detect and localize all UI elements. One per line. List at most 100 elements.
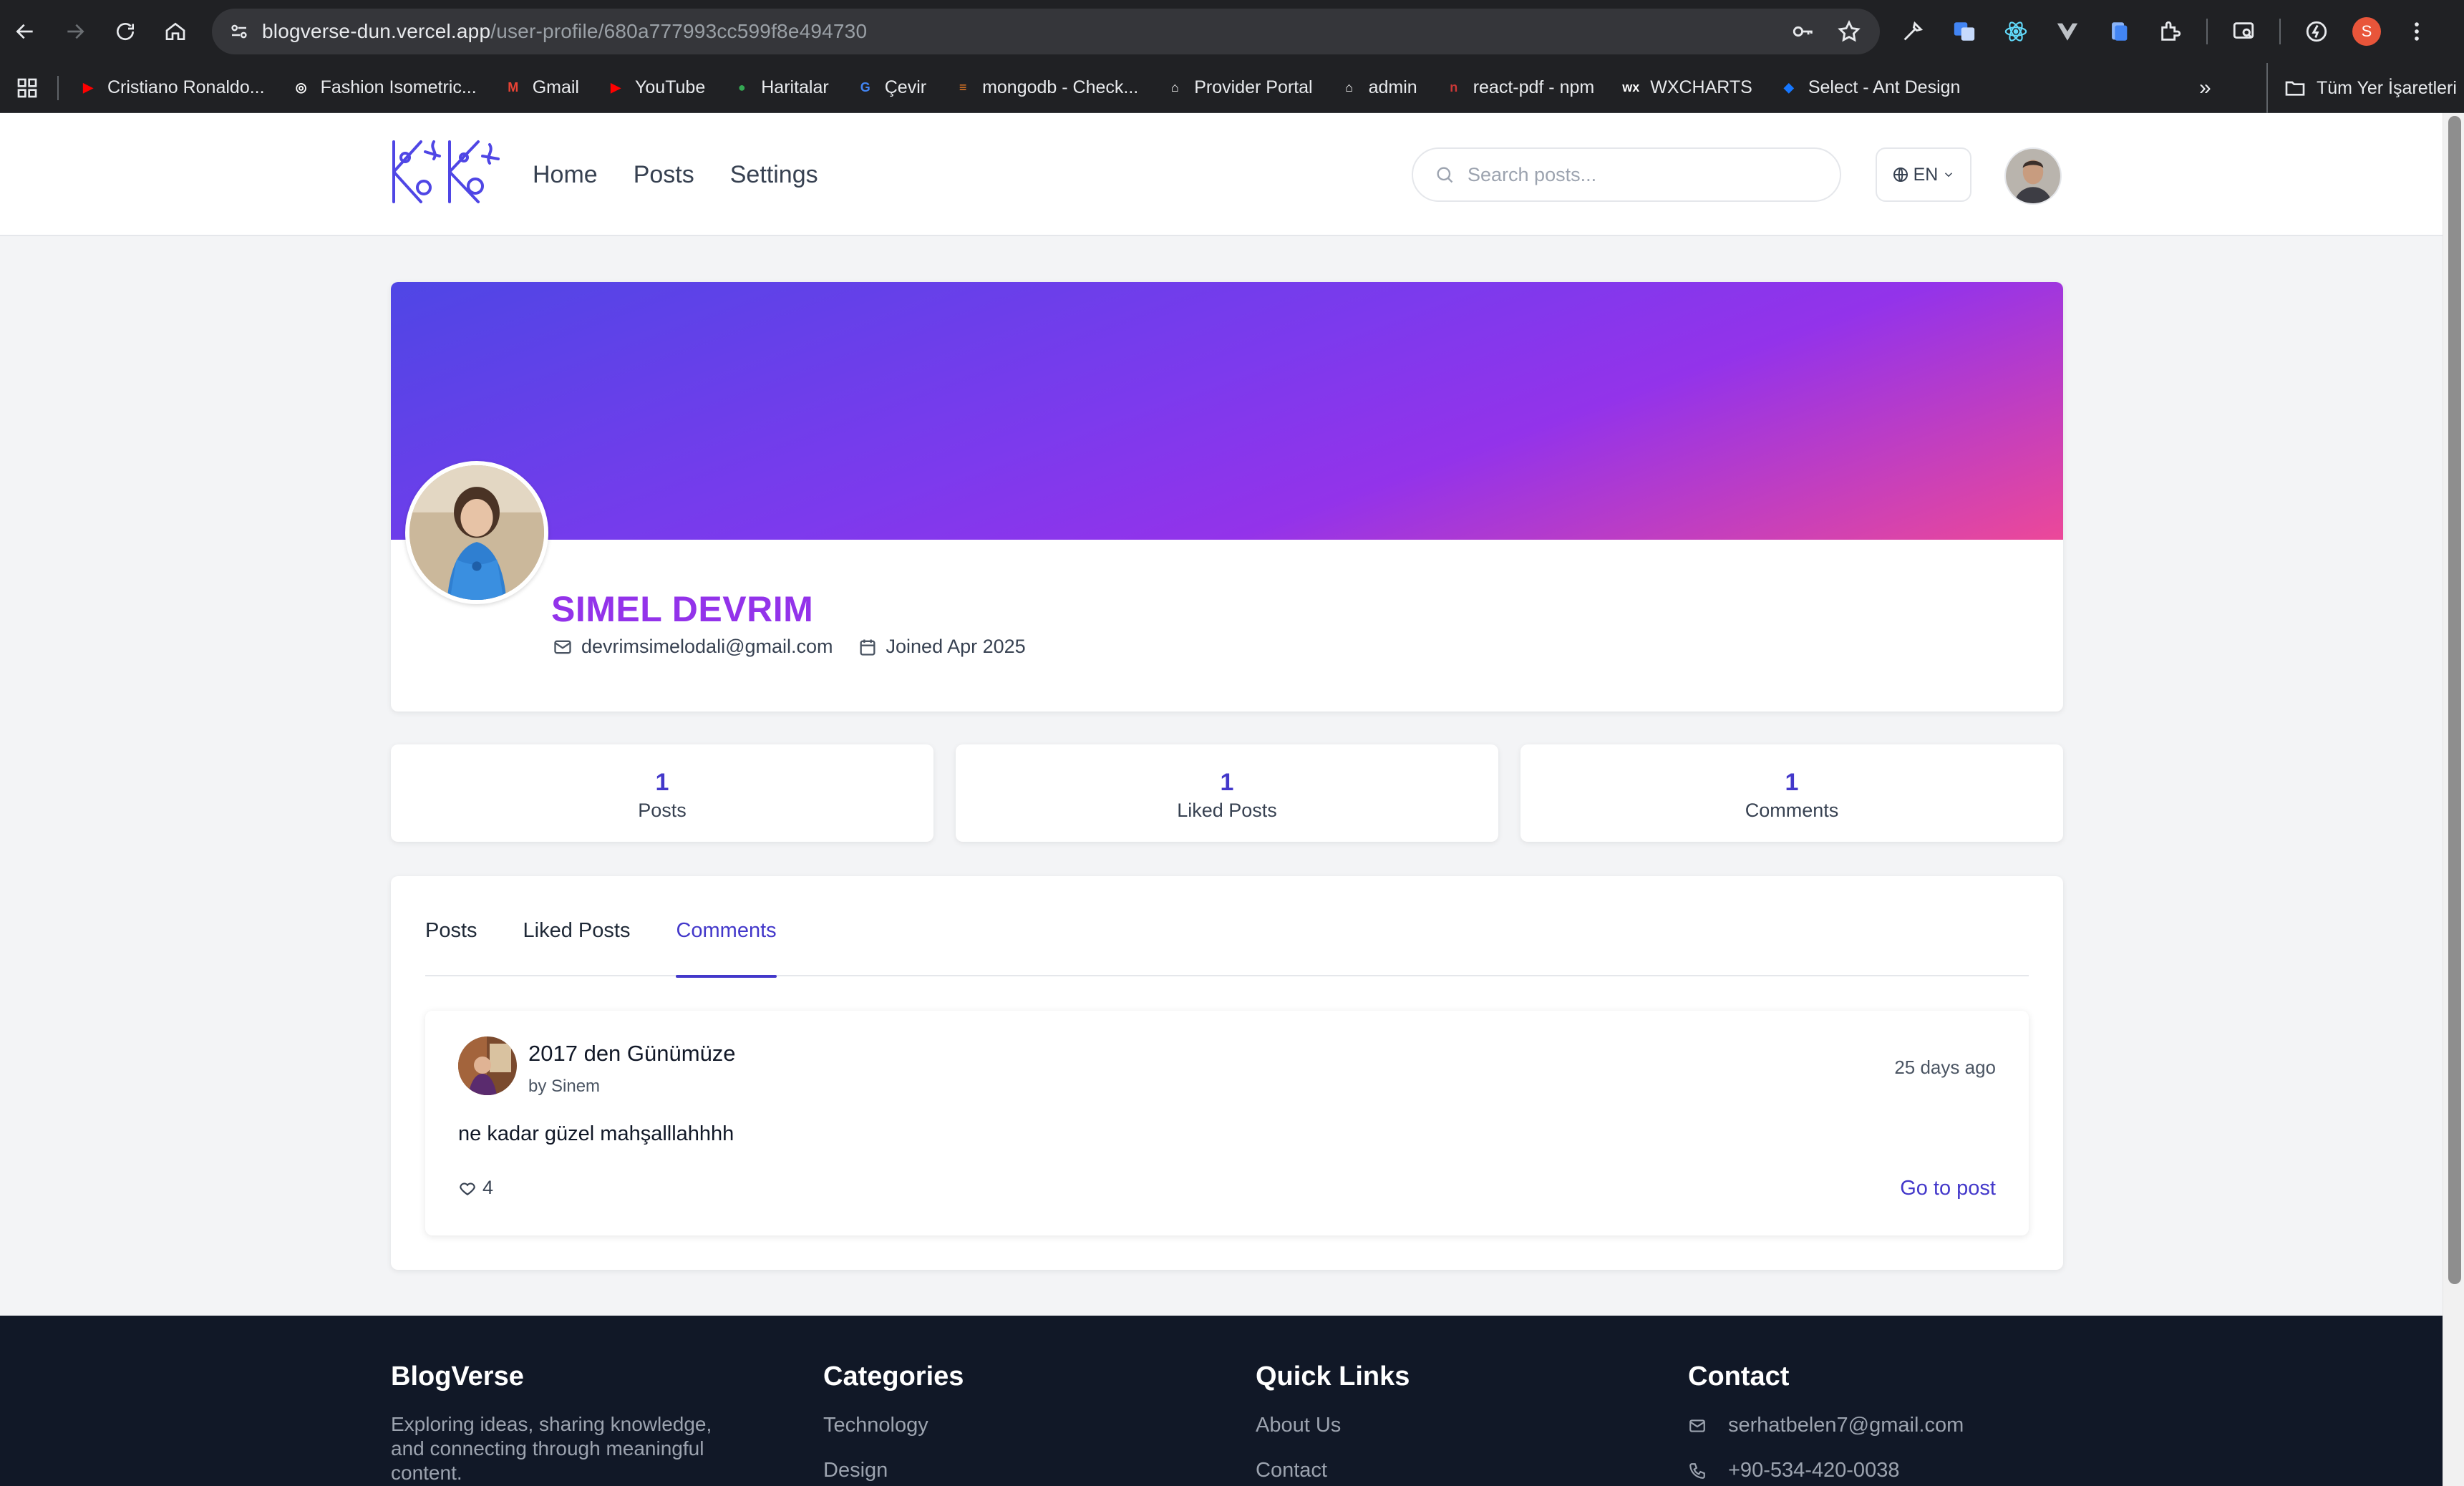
footer-contact-title: Contact (1688, 1361, 1790, 1392)
bookmark-item[interactable]: ⌂ admin (1339, 77, 1417, 99)
all-bookmarks-folder[interactable]: Tüm Yer İşaretleri (2266, 63, 2457, 113)
site-header: Home Posts Settings EN (0, 113, 2443, 236)
bookmark-label: Cristiano Ronaldo... (107, 77, 265, 97)
more-menu-icon[interactable] (2401, 16, 2433, 47)
forward-button[interactable] (50, 0, 100, 63)
comment-likes: 4 (458, 1177, 493, 1199)
bookmark-item[interactable]: ● Haritalar (731, 77, 829, 99)
star-icon[interactable] (1837, 19, 1861, 44)
footer-contact: Contact serhatbelen7@gmail.com +90-534-4… (1688, 1361, 1964, 1482)
toolbar-divider (2279, 19, 2281, 44)
user-avatar[interactable] (2004, 147, 2062, 205)
bookmark-item[interactable]: M Gmail (503, 77, 579, 99)
bookmarks-bar: ▶ Cristiano Ronaldo... ◎ Fashion Isometric.… (0, 63, 2464, 113)
bookmark-label: mongodb - Check... (982, 77, 1139, 97)
footer-quick-links-title: Quick Links (1256, 1361, 1410, 1392)
page-scrollbar[interactable] (2443, 113, 2464, 1486)
tab-comments[interactable]: Comments (676, 876, 777, 978)
gmail-icon: M (508, 80, 519, 94)
footer-brand-text: Exploring ideas, sharing knowledge, and … (391, 1413, 712, 1484)
comment-post-title[interactable]: 2017 den Günümüze (528, 1041, 736, 1067)
go-to-post-link[interactable]: Go to post (1900, 1177, 1996, 1200)
stat-posts-label: Posts (638, 800, 687, 821)
footer-contact-phone[interactable]: +90-534-420-0038 (1688, 1459, 1964, 1482)
address-bar[interactable]: blogverse-dun.vercel.app/user-profile/68… (212, 9, 1880, 54)
bookmark-label: YouTube (635, 77, 706, 97)
bookmark-label: admin (1368, 77, 1417, 97)
vue-devtools-icon[interactable] (2052, 16, 2083, 47)
reload-button[interactable] (100, 0, 150, 63)
folder-icon (2285, 81, 2305, 96)
apps-grid-icon[interactable] (13, 74, 42, 102)
toolbar-divider (2206, 19, 2208, 44)
scrollbar-thumb[interactable] (2448, 116, 2461, 1284)
nav-link-settings[interactable]: Settings (730, 161, 818, 189)
bookmark-label: Haritalar (761, 77, 829, 97)
translate-extension-icon[interactable] (1949, 16, 1980, 47)
footer-quick-links: Quick Links About Us Contact (1256, 1361, 1410, 1482)
home-button[interactable] (150, 0, 200, 63)
stat-comments-value: 1 (1785, 769, 1799, 796)
bookmark-item[interactable]: ◆ Select - Ant Design (1778, 77, 1961, 99)
nav-link-posts[interactable]: Posts (634, 161, 694, 189)
home-icon: ⌂ (1345, 80, 1354, 94)
home-icon: ⌂ (1170, 80, 1179, 94)
post-thumbnail[interactable] (458, 1036, 517, 1095)
nav-link-home[interactable]: Home (533, 161, 598, 189)
bookmark-item[interactable]: ▶ Cristiano Ronaldo... (77, 77, 265, 99)
footer-category-design[interactable]: Design (823, 1459, 964, 1482)
bookmark-label: Çevir (884, 77, 927, 97)
url-text[interactable]: blogverse-dun.vercel.app/user-profile/68… (262, 20, 867, 43)
reload-icon (117, 23, 134, 40)
footer-contact-email[interactable]: serhatbelen7@gmail.com (1688, 1414, 1964, 1437)
url-path: /user-profile/680a777993cc599f8e494730 (490, 20, 868, 42)
react-devtools-icon[interactable] (2000, 16, 2032, 47)
tab-search-icon[interactable] (2228, 16, 2259, 47)
color-picker-extension-icon[interactable] (1897, 16, 1929, 47)
search-box (1412, 147, 1841, 202)
bookmark-item[interactable]: ▶ YouTube (605, 77, 705, 99)
footer-brand: BlogVerse Exploring ideas, sharing knowl… (391, 1361, 749, 1485)
browser-profile-avatar[interactable]: S (2352, 17, 2381, 46)
tab-liked-posts[interactable]: Liked Posts (523, 876, 631, 976)
bookmark-item[interactable]: G Çevir (855, 77, 926, 99)
blogverse-logo[interactable] (389, 136, 501, 208)
language-label: EN (1913, 164, 1939, 185)
extensions-puzzle-icon[interactable] (2155, 16, 2186, 47)
profile-meta: devrimsimelodali@gmail.com Joined Apr 20… (553, 636, 1050, 658)
bookmark-list: ▶ Cristiano Ronaldo... ◎ Fashion Isometric.… (77, 77, 1986, 99)
key-icon[interactable] (1791, 19, 1815, 44)
antd-icon: ◆ (1783, 80, 1794, 94)
comment-timestamp: 25 days ago (1894, 1057, 1996, 1078)
phone-icon (1689, 1462, 1705, 1479)
profile-joined-date: Joined Apr 2025 (886, 636, 1026, 657)
comment-card: 2017 den Günümüze by Sinem 25 days ago n… (425, 1011, 2029, 1235)
bookmark-item[interactable]: ⌂ Provider Portal (1164, 77, 1313, 99)
search-input[interactable] (1468, 163, 1811, 186)
profile-cover (391, 282, 2063, 540)
bookmark-item[interactable]: ≡ mongodb - Check... (952, 77, 1138, 99)
performance-icon[interactable] (2301, 16, 2332, 47)
npm-icon: n (1450, 80, 1458, 94)
stat-posts-value: 1 (655, 769, 669, 796)
stat-comments-label: Comments (1745, 800, 1839, 821)
footer-category-technology[interactable]: Technology (823, 1414, 964, 1437)
bookmarks-overflow-chevron-icon[interactable]: » (2199, 63, 2211, 113)
arrow-left-icon (16, 24, 33, 39)
profile-joined-item: Joined Apr 2025 (858, 636, 1026, 658)
stackoverflow-icon: ≡ (959, 80, 967, 94)
bookmark-item[interactable]: ◎ Fashion Isometric... (291, 77, 477, 99)
profile-card: SIMEL DEVRIM devrimsimelodali@gmail.com … (391, 282, 2063, 712)
tab-posts[interactable]: Posts (425, 876, 477, 976)
back-button[interactable] (0, 0, 50, 63)
dribbble-icon: ◎ (295, 80, 307, 94)
bookmark-item[interactable]: wx WXCHARTS (1620, 77, 1752, 99)
footer-link-about[interactable]: About Us (1256, 1414, 1410, 1437)
docs-extension-icon[interactable] (2103, 16, 2135, 47)
site-settings-icon[interactable] (216, 9, 262, 54)
bookmark-item[interactable]: n react-pdf - npm (1443, 77, 1594, 99)
language-selector[interactable]: EN (1876, 147, 1971, 202)
site-footer: BlogVerse Exploring ideas, sharing knowl… (0, 1316, 2443, 1486)
stat-liked-posts-label: Liked Posts (1177, 800, 1277, 821)
footer-link-contact[interactable]: Contact (1256, 1459, 1410, 1482)
